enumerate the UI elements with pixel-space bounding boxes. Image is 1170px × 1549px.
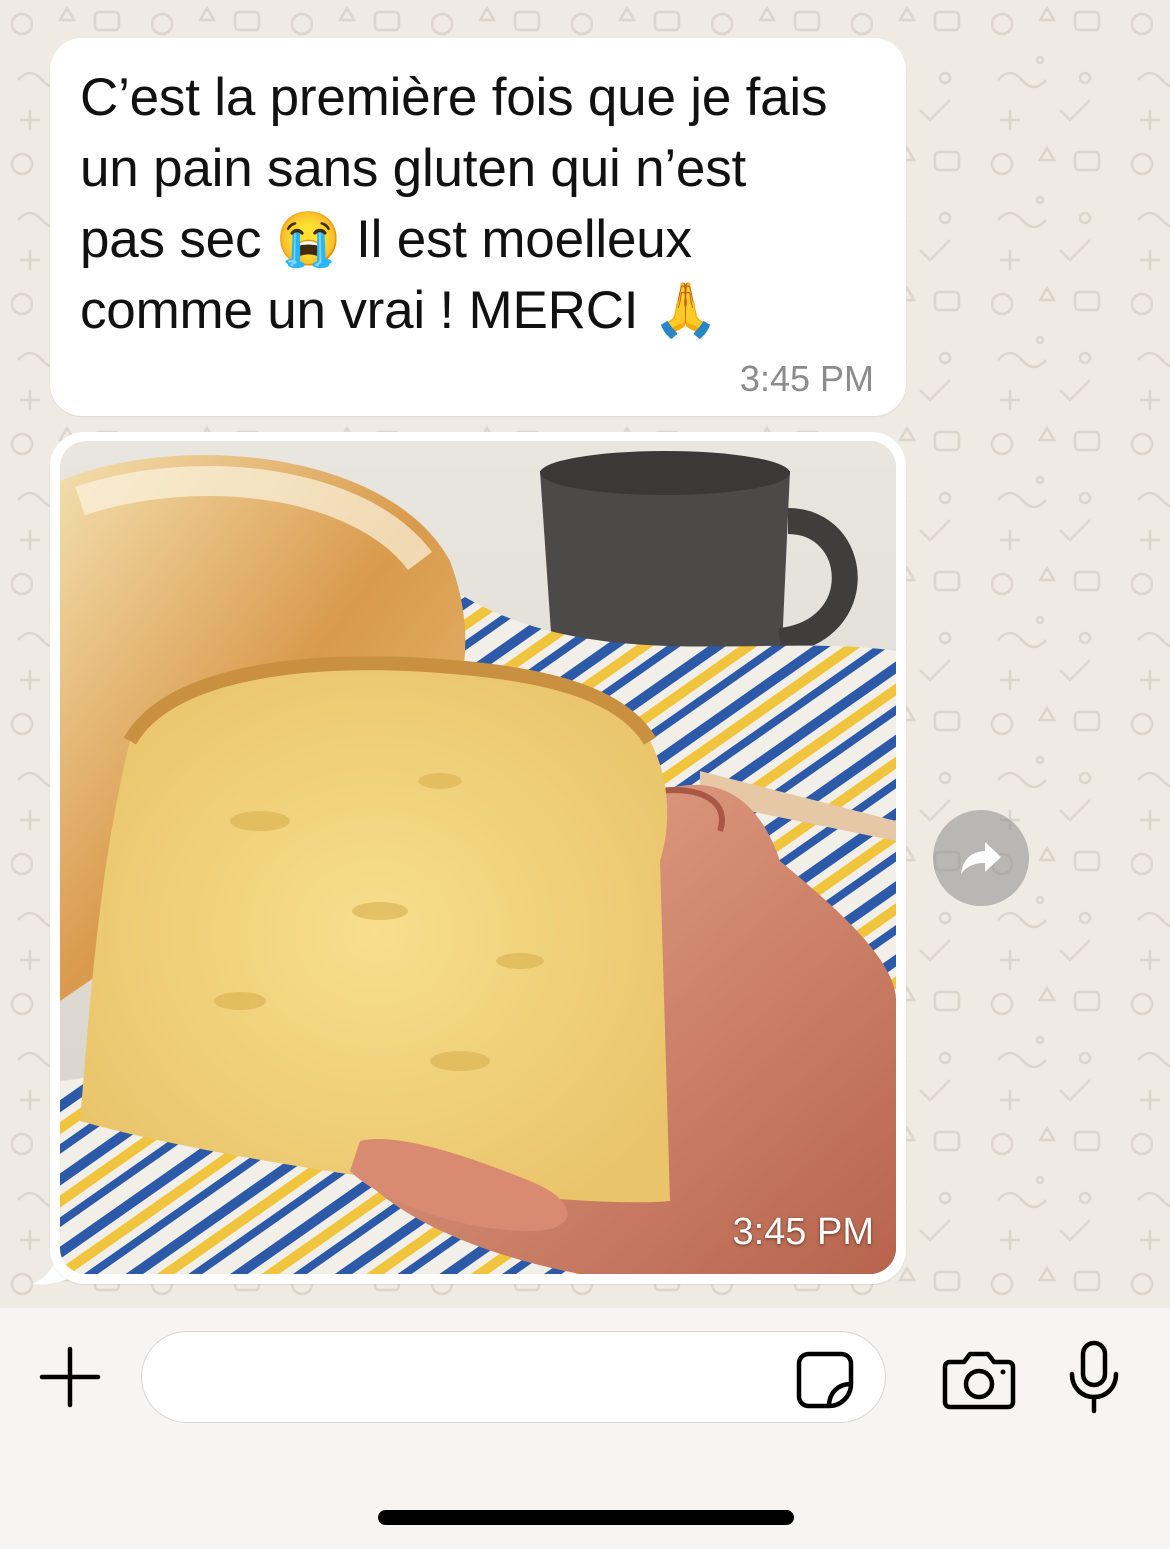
- forward-arrow-icon: [961, 842, 1001, 874]
- microphone-icon[interactable]: [1068, 1340, 1120, 1414]
- plus-icon[interactable]: [38, 1345, 102, 1409]
- bread-photo-illustration: [60, 441, 896, 1274]
- message-input-field[interactable]: [141, 1331, 886, 1423]
- bread-photo[interactable]: 3:45 PM: [60, 441, 896, 1274]
- message-line: un pain sans gluten qui n’est: [80, 139, 747, 198]
- message-text: C’est la première fois que je fais un pa…: [80, 62, 880, 346]
- chat-area[interactable]: C’est la première fois que je fais un pa…: [0, 0, 1170, 1308]
- message-line: C’est la première fois que je fais: [80, 68, 828, 127]
- message-input[interactable]: [172, 1350, 776, 1406]
- image-timestamp: 3:45 PM: [732, 1211, 874, 1253]
- message-bubble-image[interactable]: 3:45 PM: [50, 432, 906, 1284]
- home-indicator: [378, 1510, 794, 1525]
- message-bubble-text[interactable]: C’est la première fois que je fais un pa…: [50, 38, 906, 416]
- message-timestamp: 3:45 PM: [739, 358, 874, 399]
- message-line: comme un vrai ! MERCI 🙏: [80, 281, 719, 340]
- camera-icon[interactable]: [942, 1348, 1016, 1410]
- forward-button[interactable]: [933, 810, 1029, 906]
- sticker-icon[interactable]: [795, 1350, 855, 1410]
- message-line: pas sec 😭 Il est moelleux: [80, 210, 692, 269]
